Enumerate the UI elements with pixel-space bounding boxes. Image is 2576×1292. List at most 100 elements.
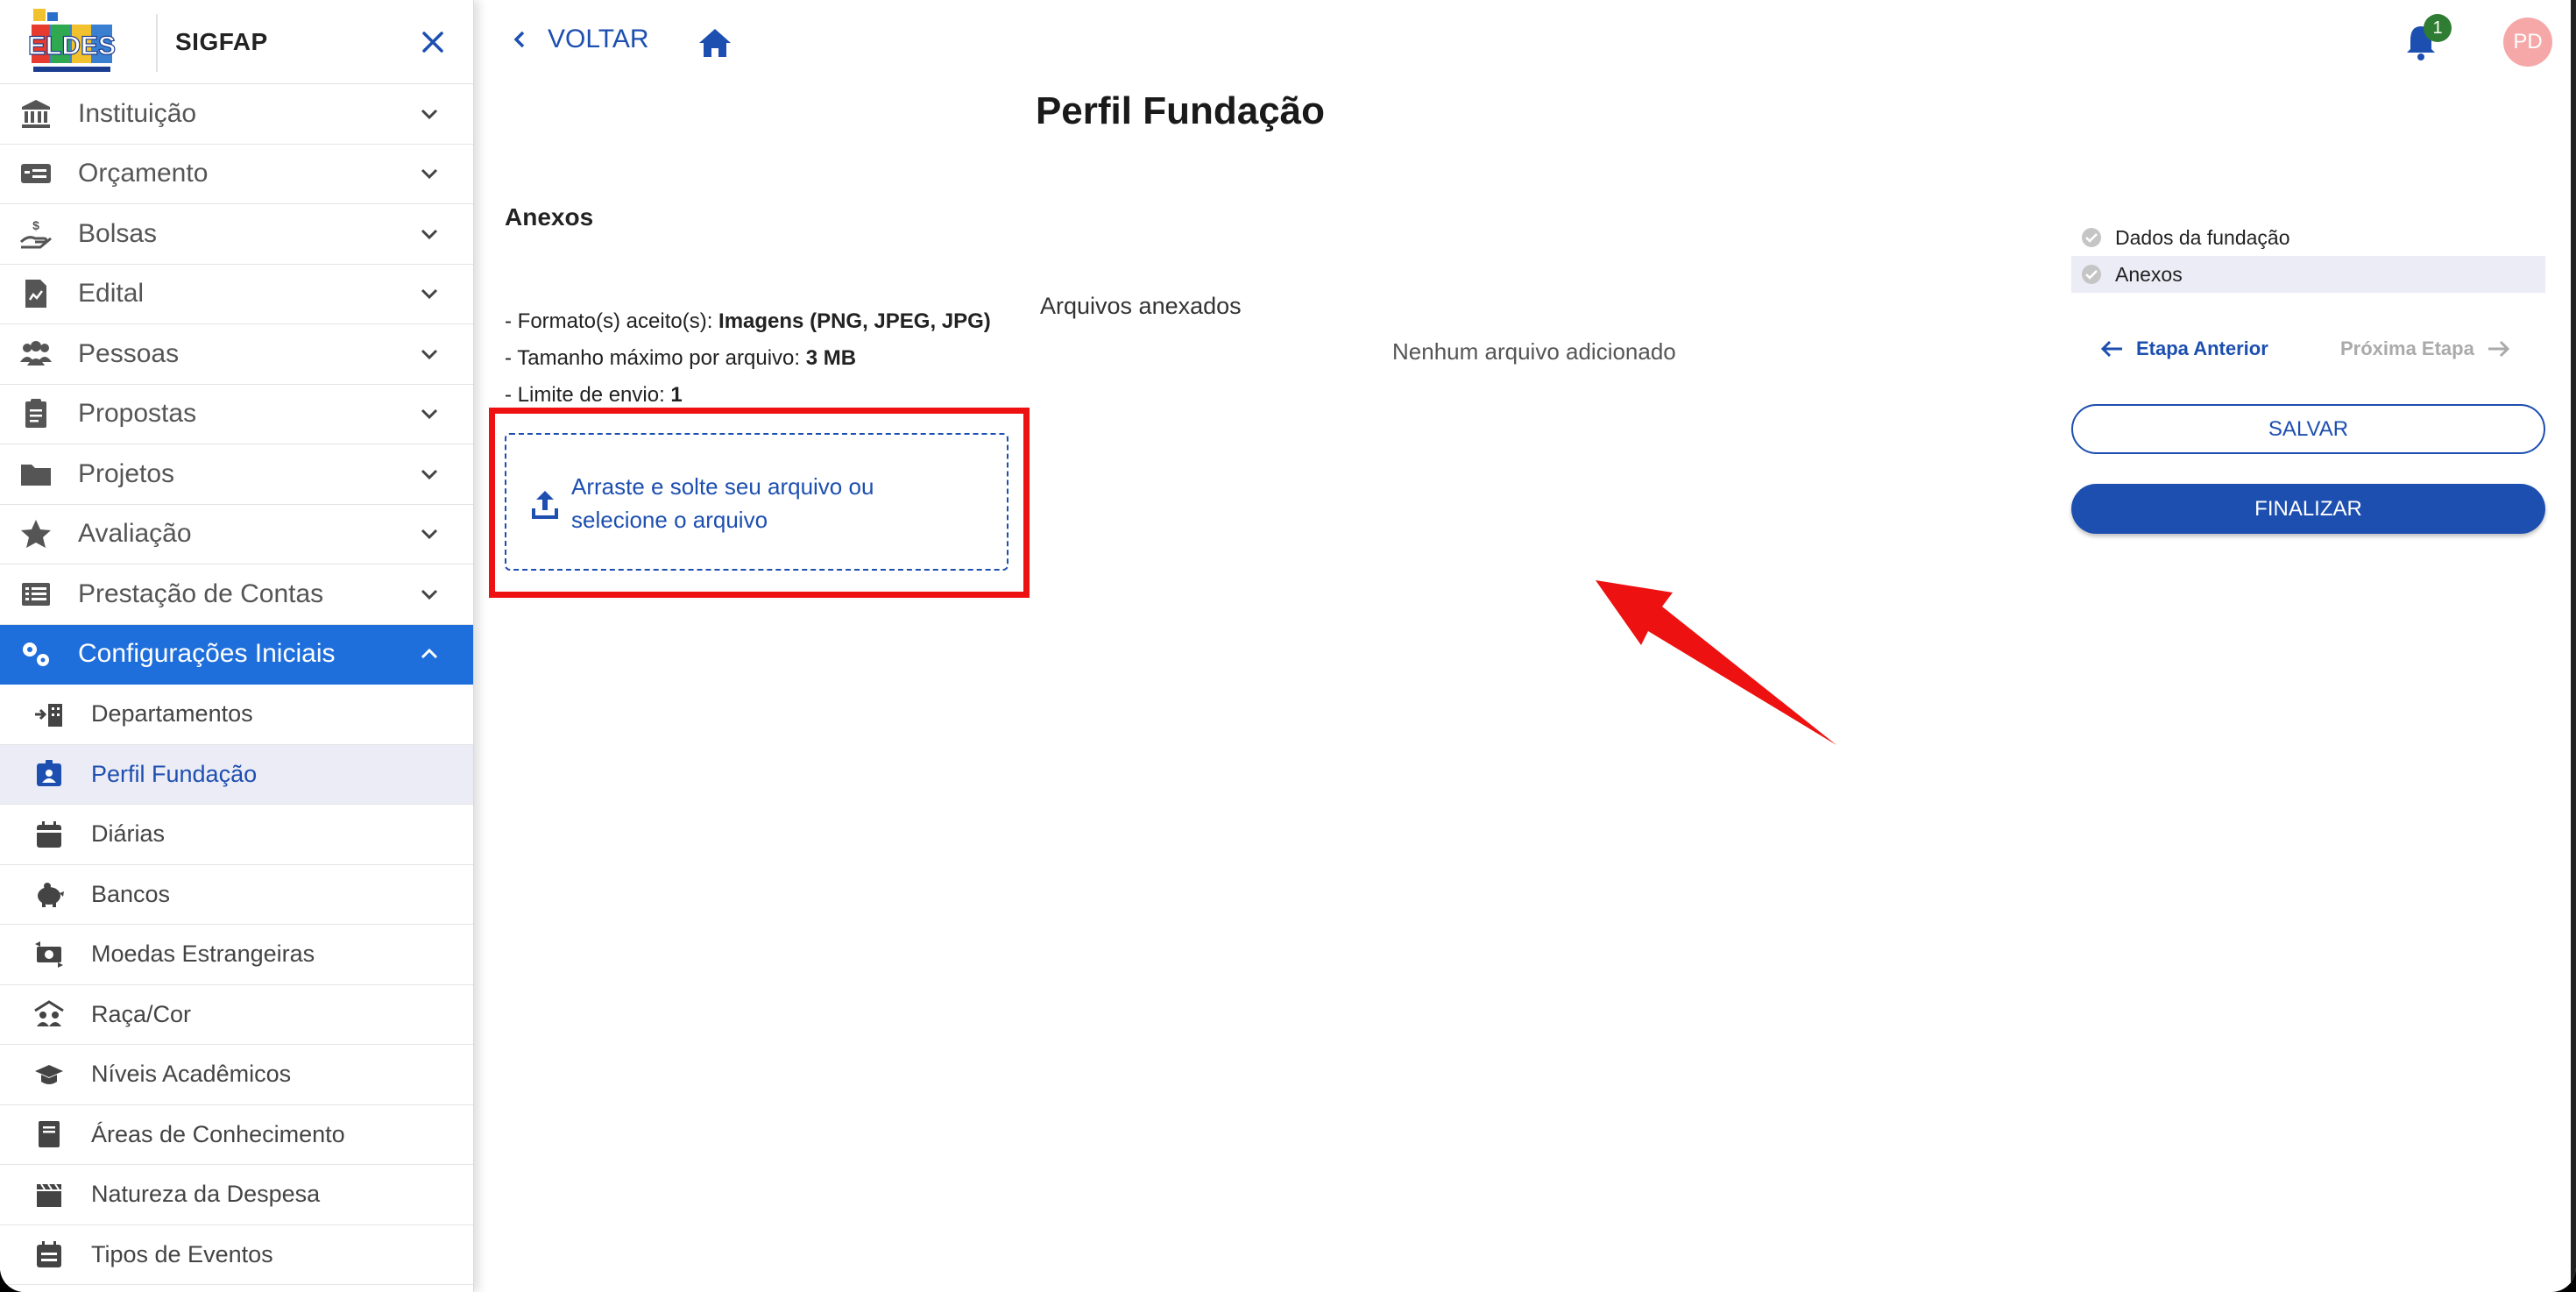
submenu-item-label: Níveis Acadêmicos xyxy=(91,1061,292,1088)
app-name: SIGFAP xyxy=(175,28,268,55)
submenu-item-bancos[interactable]: Bancos xyxy=(0,865,473,925)
window-edge xyxy=(2571,0,2576,1292)
submenu-item-label: Bancos xyxy=(91,880,171,907)
chevron-down-icon xyxy=(421,469,438,479)
gears-icon xyxy=(23,642,49,667)
app-window: ELDES SIGFAP Instituição Orçamento $ Bol… xyxy=(0,0,2576,1292)
step-dados-da-fundacao[interactable]: Dados da fundação xyxy=(2071,219,2545,256)
submenu-item-label: Áreas de Conhecimento xyxy=(91,1120,345,1147)
sidebar-item-edital[interactable]: Edital xyxy=(0,265,473,324)
clapperboard-icon xyxy=(37,1183,61,1207)
step-label: Anexos xyxy=(2115,262,2183,286)
people-icon xyxy=(20,340,52,366)
sidebar-item-label: Pessoas xyxy=(78,338,180,368)
sidebar-item-label: Projetos xyxy=(78,458,175,488)
chevron-down-icon xyxy=(421,169,438,180)
graduation-cap-icon xyxy=(35,1064,63,1084)
submenu-item-areas-de-conhecimento[interactable]: Áreas de Conhecimento xyxy=(0,1105,473,1165)
chevron-left-icon xyxy=(513,31,525,48)
chevron-down-icon xyxy=(421,529,438,540)
section-title: Anexos xyxy=(505,203,594,231)
save-button[interactable]: SALVAR xyxy=(2071,404,2545,454)
check-circle-icon xyxy=(2082,228,2101,247)
sidebar-item-label: Propostas xyxy=(78,399,197,429)
sidebar-item-propostas[interactable]: Propostas xyxy=(0,385,473,444)
submenu-item-label: Natureza da Despesa xyxy=(91,1181,321,1208)
max-size-line: - Tamanho máximo por arquivo: 3 MB xyxy=(505,346,857,370)
chevron-down-icon xyxy=(421,349,438,359)
sidebar-item-label: Prestação de Contas xyxy=(78,579,324,608)
annotation-arrow xyxy=(1596,580,1836,745)
attached-files-title: Arquivos anexados xyxy=(1040,293,1242,319)
sidebar-item-prestacao-de-contas[interactable]: Prestação de Contas xyxy=(0,564,473,625)
submenu-item-natureza-da-despesa[interactable]: Natureza da Despesa xyxy=(0,1165,473,1225)
id-badge-icon xyxy=(37,760,61,787)
arrow-right-icon xyxy=(2488,340,2509,358)
people-roof-icon xyxy=(34,1000,64,1027)
notification-badge: 1 xyxy=(2424,14,2452,42)
step-label: Dados da fundação xyxy=(2115,225,2290,249)
eldes-logo: ELDES xyxy=(27,9,117,75)
close-icon[interactable] xyxy=(415,25,450,60)
list-icon xyxy=(22,582,50,606)
sidebar-item-label: Edital xyxy=(78,279,145,309)
stepper: Dados da fundação Anexos xyxy=(2071,219,2545,293)
sidebar-item-configuracoes-iniciais[interactable]: Configurações Iniciais xyxy=(0,624,473,685)
money-icon xyxy=(21,164,51,184)
header-divider xyxy=(156,14,158,72)
check-circle-icon xyxy=(2082,265,2101,284)
book-icon xyxy=(39,1121,60,1148)
submenu-item-label: Perfil Fundação xyxy=(91,760,258,787)
chevron-down-icon xyxy=(421,409,438,420)
sidebar-item-label: Avaliação xyxy=(78,519,192,549)
sidebar-header: ELDES SIGFAP xyxy=(0,0,473,84)
sidebar-item-label: Orçamento xyxy=(78,159,209,188)
clipboard-icon xyxy=(25,399,46,429)
star-icon xyxy=(21,520,51,549)
sidebar-item-label: Instituição xyxy=(78,98,197,128)
submenu-item-niveis-academicos[interactable]: Níveis Acadêmicos xyxy=(0,1045,473,1105)
piggy-bank-icon xyxy=(38,883,64,908)
calendar-list-icon xyxy=(37,1241,61,1268)
sidebar-item-instituicao[interactable]: Instituição xyxy=(0,84,473,145)
chevron-down-icon xyxy=(421,289,438,300)
submenu-item-diarias[interactable]: Diárias xyxy=(0,805,473,865)
sidebar-item-label: Bolsas xyxy=(78,218,158,248)
no-files-message: Nenhum arquivo adicionado xyxy=(1392,338,1676,365)
submenu-item-departamentos[interactable]: Departamentos xyxy=(0,685,473,745)
hand-coin-icon: $ xyxy=(19,218,52,249)
chevron-down-icon xyxy=(421,589,438,600)
finish-button[interactable]: FINALIZAR xyxy=(2071,484,2545,534)
step-anexos[interactable]: Anexos xyxy=(2071,256,2545,293)
submenu-item-perfil-fundacao[interactable]: Perfil Fundação xyxy=(0,744,473,805)
submenu-item-tipos-de-eventos[interactable]: Tipos de Eventos xyxy=(0,1225,473,1285)
submenu-item-label: Tipos de Eventos xyxy=(91,1240,273,1267)
sidebar-item-pessoas[interactable]: Pessoas xyxy=(0,324,473,385)
home-icon[interactable] xyxy=(697,25,733,61)
dropzone-text: Arraste e solte seu arquivo ou selecione… xyxy=(571,473,874,533)
upload-requirements: - Formato(s) aceito(s): Imagens (PNG, JP… xyxy=(505,303,991,414)
sidebar-item-projetos[interactable]: Projetos xyxy=(0,444,473,505)
arrow-left-icon xyxy=(2100,340,2122,358)
previous-step-button[interactable]: Etapa Anterior xyxy=(2099,337,2268,360)
sidebar-item-orcamento[interactable]: Orçamento xyxy=(0,145,473,204)
avatar[interactable]: PD xyxy=(2503,18,2552,67)
next-step-button[interactable]: Próxima Etapa xyxy=(2340,337,2511,360)
bank-icon xyxy=(22,99,50,128)
svg-text:$: $ xyxy=(32,218,39,232)
submenu-item-raca-cor[interactable]: Raça/Cor xyxy=(0,985,473,1045)
back-button[interactable]: VOLTAR xyxy=(509,25,649,54)
currency-exchange-icon xyxy=(35,941,63,968)
submenu-item-moedas-estrangeiras[interactable]: Moedas Estrangeiras xyxy=(0,925,473,985)
back-label: VOLTAR xyxy=(548,25,649,53)
department-icon xyxy=(35,703,62,727)
chevron-down-icon xyxy=(421,109,438,119)
sidebar-item-label: Configurações Iniciais xyxy=(78,639,336,669)
previous-step-label: Etapa Anterior xyxy=(2136,337,2268,359)
sidebar: ELDES SIGFAP Instituição Orçamento $ Bol… xyxy=(0,0,474,1292)
sidebar-item-avaliacao[interactable]: Avaliação xyxy=(0,505,473,564)
main-content: VOLTAR 1 PD Perfil Fundação Anexos - For… xyxy=(474,0,2576,1292)
file-dropzone[interactable]: Arraste e solte seu arquivo ou selecione… xyxy=(505,433,1008,571)
sidebar-item-bolsas[interactable]: $ Bolsas xyxy=(0,204,473,265)
formats-line: - Formato(s) aceito(s): Imagens (PNG, JP… xyxy=(505,309,991,333)
